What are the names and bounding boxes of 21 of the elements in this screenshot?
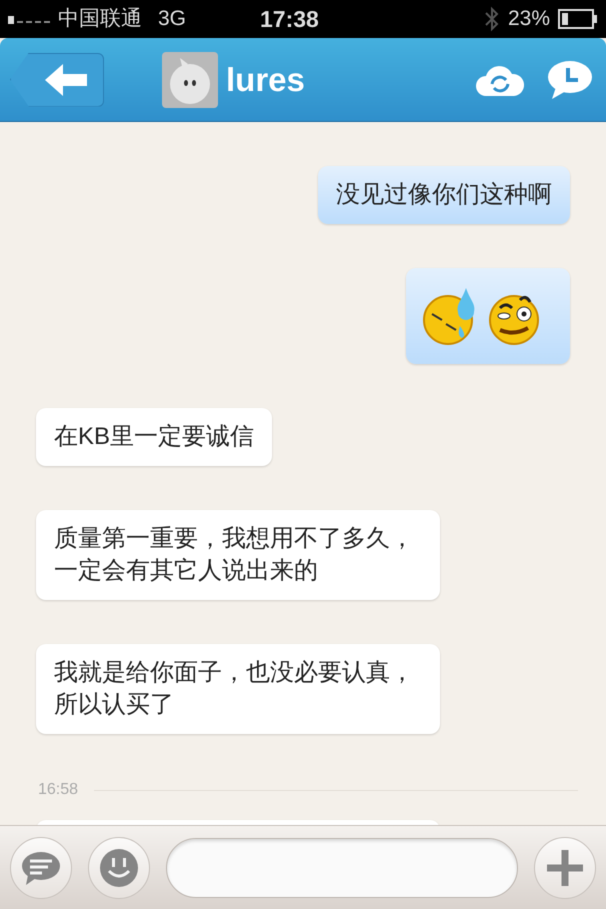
back-button[interactable] xyxy=(10,52,104,106)
bluetooth-icon xyxy=(484,5,500,33)
chat-lines-icon xyxy=(22,850,60,884)
network-type: 3G xyxy=(158,6,186,32)
battery-percent: 23% xyxy=(508,6,550,32)
clock-bubble-icon[interactable] xyxy=(548,60,592,98)
plus-icon xyxy=(547,850,583,886)
message-bubble: 没见过像你们这种啊 xyxy=(318,166,570,224)
timestamp: 16:58 xyxy=(38,780,78,800)
avatar-icon xyxy=(162,52,218,108)
carrier-name: 中国联通 xyxy=(58,6,142,32)
message-bubble: 质量第一重要，我想用不了多久，一定会有其它人说出来的 xyxy=(36,510,440,600)
smiley-icon xyxy=(100,848,138,886)
message-bubble: 我就是给你面子，也没必要认真，所以认买了 xyxy=(36,644,440,734)
cloud-sync-icon[interactable] xyxy=(476,64,524,96)
signal-icon xyxy=(8,14,50,24)
message-bubble: 在KB里一定要诚信 xyxy=(36,408,272,466)
back-arrow-icon xyxy=(45,64,87,96)
contact-name: lures xyxy=(226,60,305,100)
clock-time: 17:38 xyxy=(260,4,319,34)
battery-icon xyxy=(558,9,598,29)
